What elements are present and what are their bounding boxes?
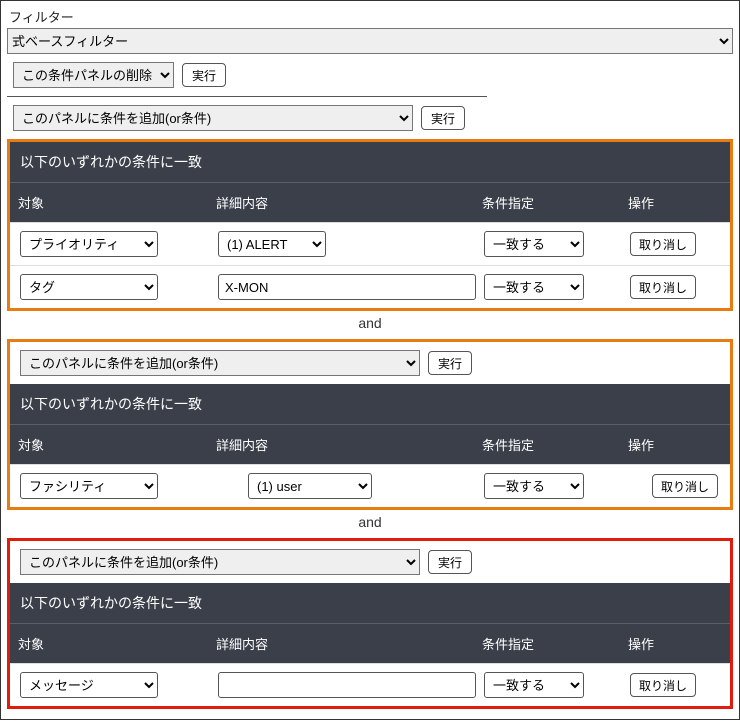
target-select[interactable]: メッセージ: [20, 672, 158, 698]
panel-2-column-header: 対象 詳細内容 条件指定 操作: [10, 424, 730, 464]
col-header-target: 対象: [10, 624, 208, 663]
add-or-top-exec-button[interactable]: 実行: [421, 106, 465, 130]
col-header-detail: 詳細内容: [208, 183, 474, 222]
filter-type-select[interactable]: 式ベースフィルター: [7, 28, 733, 54]
detail-select[interactable]: (1) user: [248, 473, 372, 499]
col-header-op: 操作: [620, 425, 730, 464]
col-header-target: 対象: [10, 425, 208, 464]
col-header-op: 操作: [620, 183, 730, 222]
col-header-target: 対象: [10, 183, 208, 222]
spec-select[interactable]: 一致する: [484, 672, 584, 698]
and-separator-2: and: [7, 510, 733, 530]
target-select[interactable]: ファシリティ: [20, 473, 158, 499]
table-row: メッセージ 一致する 取り消し: [10, 663, 730, 706]
cancel-button[interactable]: 取り消し: [630, 232, 696, 256]
col-header-op: 操作: [620, 624, 730, 663]
spec-select[interactable]: 一致する: [484, 274, 584, 300]
table-row: プライオリティ (1) ALERT 一致する 取り消し: [10, 222, 730, 265]
cancel-button[interactable]: 取り消し: [630, 673, 696, 697]
delete-panel-exec-button[interactable]: 実行: [182, 63, 226, 87]
add-or-panel2-exec-button[interactable]: 実行: [428, 351, 472, 375]
target-select[interactable]: プライオリティ: [20, 231, 158, 257]
target-select[interactable]: タグ: [20, 274, 158, 300]
cancel-button[interactable]: 取り消し: [652, 474, 718, 498]
detail-select[interactable]: (1) ALERT: [218, 231, 326, 257]
add-or-panel3-exec-button[interactable]: 実行: [428, 550, 472, 574]
filter-label: フィルター: [9, 7, 733, 26]
table-row: タグ 一致する 取り消し: [10, 265, 730, 308]
condition-panel-3: このパネルに条件を追加(or条件) 実行 以下のいずれかの条件に一致 対象 詳細…: [7, 538, 733, 709]
delete-panel-select[interactable]: この条件パネルの削除: [13, 62, 174, 88]
filter-frame: フィルター 式ベースフィルター この条件パネルの削除 実行 このパネルに条件を追…: [0, 0, 740, 720]
col-header-spec: 条件指定: [474, 624, 620, 663]
spec-select[interactable]: 一致する: [484, 231, 584, 257]
panel-1-column-header: 対象 詳細内容 条件指定 操作: [10, 182, 730, 222]
col-header-spec: 条件指定: [474, 425, 620, 464]
condition-panel-1: 以下のいずれかの条件に一致 対象 詳細内容 条件指定 操作 プライオリティ (1…: [7, 139, 733, 311]
cancel-button[interactable]: 取り消し: [630, 275, 696, 299]
spec-select[interactable]: 一致する: [484, 473, 584, 499]
table-row: ファシリティ (1) user 一致する 取り消し: [10, 464, 730, 507]
col-header-detail: 詳細内容: [208, 425, 474, 464]
col-header-detail: 詳細内容: [208, 624, 474, 663]
delete-panel-row: この条件パネルの削除 実行: [7, 62, 487, 97]
panel-3-match-header: 以下のいずれかの条件に一致: [10, 583, 730, 623]
detail-input[interactable]: [218, 672, 476, 698]
detail-input[interactable]: [218, 274, 476, 300]
col-header-spec: 条件指定: [474, 183, 620, 222]
add-or-top-row: このパネルに条件を追加(or条件) 実行: [7, 105, 733, 131]
panel-1-match-header: 以下のいずれかの条件に一致: [10, 142, 730, 182]
add-or-panel2-select[interactable]: このパネルに条件を追加(or条件): [20, 350, 420, 376]
panel-2-match-header: 以下のいずれかの条件に一致: [10, 384, 730, 424]
add-or-top-select[interactable]: このパネルに条件を追加(or条件): [13, 105, 413, 131]
panel-3-column-header: 対象 詳細内容 条件指定 操作: [10, 623, 730, 663]
condition-panel-2: このパネルに条件を追加(or条件) 実行 以下のいずれかの条件に一致 対象 詳細…: [7, 339, 733, 510]
add-or-panel3-select[interactable]: このパネルに条件を追加(or条件): [20, 549, 420, 575]
and-separator-1: and: [7, 311, 733, 331]
